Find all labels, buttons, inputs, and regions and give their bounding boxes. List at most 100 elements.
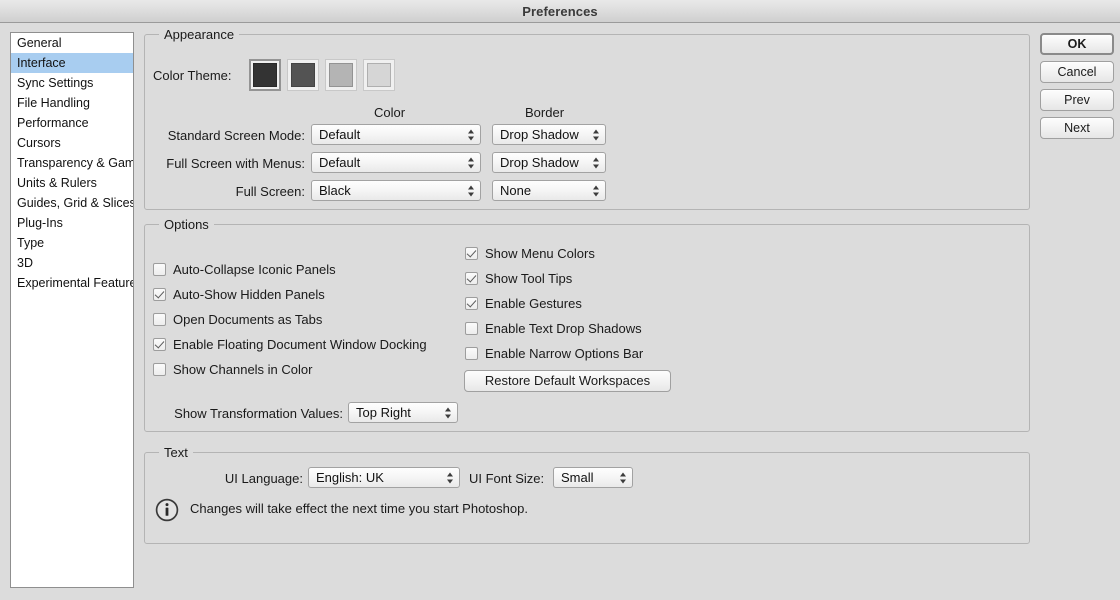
checkbox-box[interactable]: [465, 322, 478, 335]
sidebar-item-label: Performance: [17, 116, 89, 130]
checkbox-label: Enable Gestures: [485, 296, 582, 311]
text-group: Text: [144, 445, 1030, 544]
sidebar-item-experimental-features[interactable]: Experimental Features: [11, 273, 133, 293]
checkbox-box[interactable]: [465, 272, 478, 285]
show-transformation-values-select[interactable]: Top Right: [348, 402, 458, 423]
sidebar-item-units-rulers[interactable]: Units & Rulers: [11, 173, 133, 193]
options-group-label: Options: [159, 217, 214, 232]
sidebar-item-cursors[interactable]: Cursors: [11, 133, 133, 153]
swatch-fill: [291, 63, 315, 87]
ui-language-select[interactable]: English: UK: [308, 467, 460, 488]
checkbox-box[interactable]: [153, 363, 166, 376]
show-transformation-values-label: Show Transformation Values:: [174, 406, 343, 421]
checkbox-box[interactable]: [153, 313, 166, 326]
checkbox-box[interactable]: [465, 247, 478, 260]
sidebar-item-transparency-gamut[interactable]: Transparency & Gamut: [11, 153, 133, 173]
window-title-bar: Preferences: [0, 0, 1120, 23]
ui-font-size-select[interactable]: Small: [553, 467, 633, 488]
checkbox-label: Show Tool Tips: [485, 271, 573, 286]
chevron-updown-icon: [593, 128, 600, 141]
select-value: Black: [319, 183, 351, 198]
sidebar-item-label: Experimental Features: [17, 276, 134, 290]
select-value: Default: [319, 127, 361, 142]
checkbox-label: Auto-Show Hidden Panels: [173, 287, 325, 302]
sidebar-item-label: Transparency & Gamut: [17, 156, 134, 170]
sidebar-item-general[interactable]: General: [11, 33, 133, 53]
chevron-updown-icon: [593, 184, 600, 197]
sidebar-item-label: Cursors: [17, 136, 61, 150]
sidebar-item-interface[interactable]: Interface: [11, 53, 133, 73]
chevron-updown-icon: [620, 471, 627, 484]
sidebar-item-label: Plug-Ins: [17, 216, 63, 230]
standard-screen-mode-label: Standard Screen Mode:: [167, 128, 305, 143]
checkbox-auto-show-hidden-panels[interactable]: Auto-Show Hidden Panels: [153, 287, 325, 302]
appearance-group-label: Appearance: [159, 27, 240, 42]
sidebar-item-guides-grid-slices[interactable]: Guides, Grid & Slices: [11, 193, 133, 213]
checkbox-show-channels-in-color[interactable]: Show Channels in Color: [153, 362, 312, 377]
checkbox-label: Open Documents as Tabs: [173, 312, 323, 327]
checkbox-box[interactable]: [153, 263, 166, 276]
sidebar-item-label: 3D: [17, 256, 33, 270]
checkbox-enable-narrow-options-bar[interactable]: Enable Narrow Options Bar: [465, 346, 643, 361]
checkbox-box[interactable]: [153, 288, 166, 301]
select-value: Small: [561, 470, 594, 485]
select-value: Default: [319, 155, 361, 170]
restore-default-workspaces-button[interactable]: Restore Default Workspaces: [464, 370, 671, 392]
column-header-color: Color: [374, 105, 406, 120]
full-screen-border-select[interactable]: None: [492, 180, 606, 201]
checkbox-label: Enable Narrow Options Bar: [485, 346, 644, 361]
color-theme-swatch-dark[interactable]: [287, 59, 319, 91]
sidebar-item-3d[interactable]: 3D: [11, 253, 133, 273]
info-icon: [155, 498, 179, 522]
color-theme-swatch-light[interactable]: [363, 59, 395, 91]
cancel-button[interactable]: Cancel: [1040, 61, 1114, 83]
checkbox-label: Show Menu Colors: [485, 246, 595, 261]
checkbox-box[interactable]: [153, 338, 166, 351]
chevron-updown-icon: [447, 471, 454, 484]
chevron-updown-icon: [468, 156, 475, 169]
select-value: English: UK: [316, 470, 384, 485]
sidebar-item-label: Type: [17, 236, 45, 250]
preferences-category-list[interactable]: General Interface Sync Settings File Han…: [10, 32, 134, 588]
sidebar-item-label: General: [17, 36, 62, 50]
chevron-updown-icon: [468, 128, 475, 141]
checkbox-show-menu-colors[interactable]: Show Menu Colors: [465, 246, 595, 261]
ui-font-size-label: UI Font Size:: [469, 471, 545, 486]
standard-screen-mode-border-select[interactable]: Drop Shadow: [492, 124, 606, 145]
ok-button[interactable]: OK: [1040, 33, 1114, 55]
sidebar-item-file-handling[interactable]: File Handling: [11, 93, 133, 113]
checkbox-enable-gestures[interactable]: Enable Gestures: [465, 296, 582, 311]
swatch-fill: [253, 63, 277, 87]
full-screen-label: Full Screen:: [235, 184, 305, 199]
checkbox-box[interactable]: [465, 347, 478, 360]
select-value: Drop Shadow: [500, 155, 579, 170]
sidebar-item-plug-ins[interactable]: Plug-Ins: [11, 213, 133, 233]
select-value: Top Right: [356, 405, 411, 420]
color-theme-swatch-medium[interactable]: [325, 59, 357, 91]
checkbox-open-documents-as-tabs[interactable]: Open Documents as Tabs: [153, 312, 322, 327]
checkbox-show-tool-tips[interactable]: Show Tool Tips: [465, 271, 572, 286]
select-value: None: [500, 183, 532, 198]
next-button[interactable]: Next: [1040, 117, 1114, 139]
sidebar-item-label: File Handling: [17, 96, 90, 110]
prev-button[interactable]: Prev: [1040, 89, 1114, 111]
full-screen-with-menus-border-select[interactable]: Drop Shadow: [492, 152, 606, 173]
ui-language-label: UI Language:: [224, 471, 303, 486]
sidebar-item-performance[interactable]: Performance: [11, 113, 133, 133]
checkbox-box[interactable]: [465, 297, 478, 310]
color-theme-swatch-darkest[interactable]: [249, 59, 281, 91]
checkbox-enable-floating-document-window-docking[interactable]: Enable Floating Document Window Docking: [153, 337, 427, 352]
sidebar-item-sync-settings[interactable]: Sync Settings: [11, 73, 133, 93]
checkbox-enable-text-drop-shadows[interactable]: Enable Text Drop Shadows: [465, 321, 642, 336]
standard-screen-mode-color-select[interactable]: Default: [311, 124, 481, 145]
full-screen-color-select[interactable]: Black: [311, 180, 481, 201]
checkbox-label: Show Channels in Color: [173, 362, 313, 377]
checkbox-label: Auto-Collapse Iconic Panels: [173, 262, 336, 277]
checkbox-label: Enable Floating Document Window Docking: [173, 337, 427, 352]
select-value: Drop Shadow: [500, 127, 579, 142]
full-screen-with-menus-color-select[interactable]: Default: [311, 152, 481, 173]
sidebar-item-type[interactable]: Type: [11, 233, 133, 253]
column-header-border: Border: [525, 105, 565, 120]
sidebar-item-label: Sync Settings: [17, 76, 94, 90]
checkbox-auto-collapse-iconic-panels[interactable]: Auto-Collapse Iconic Panels: [153, 262, 336, 277]
